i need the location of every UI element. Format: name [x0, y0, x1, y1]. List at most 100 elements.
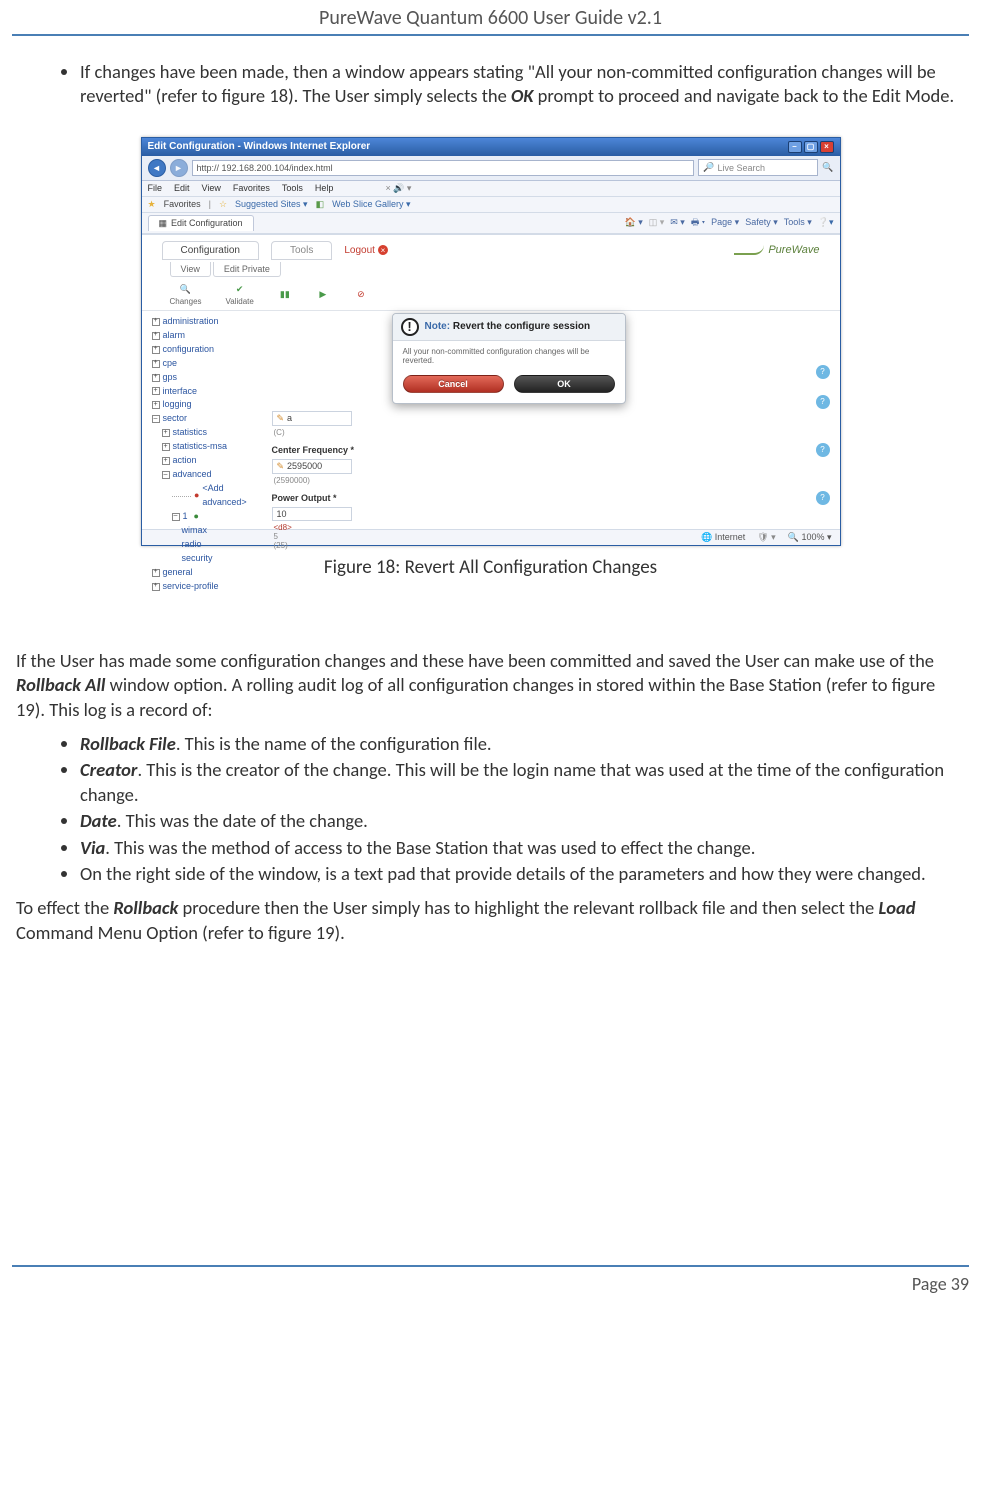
menu-edit[interactable]: Edit: [174, 183, 190, 194]
tree-sector[interactable]: –sector: [152, 412, 258, 426]
search-placeholder: Live Search: [718, 163, 766, 173]
bullet-date: Date. This was the date of the change.: [80, 809, 959, 833]
menu-bar: File Edit View Favorites Tools Help × 🔊 …: [142, 181, 840, 197]
help-icon[interactable]: ?: [816, 395, 830, 409]
tree-general[interactable]: +general: [152, 566, 258, 580]
brand-logo: PureWave: [734, 244, 819, 256]
close-button[interactable]: ×: [820, 141, 834, 153]
ie-window: Edit Configuration - Windows Internet Ex…: [141, 137, 841, 546]
suggested-icon: ☆: [219, 199, 227, 210]
intro-text-post: prompt to proceed and navigate back to t…: [534, 84, 955, 107]
tree-administration[interactable]: +administration: [152, 315, 258, 329]
tree-interface[interactable]: +interface: [152, 385, 258, 399]
intro-list: If changes have been made, then a window…: [80, 60, 969, 109]
help-icon[interactable]: ?: [816, 443, 830, 457]
bullet-via: Via. This was the method of access to th…: [80, 836, 959, 860]
tree-statistics-msa[interactable]: +statistics-msa: [162, 440, 258, 454]
tree-alarm[interactable]: +alarm: [152, 329, 258, 343]
minimize-button[interactable]: –: [788, 141, 802, 153]
figure-18: Edit Configuration - Windows Internet Ex…: [141, 137, 841, 579]
page-header: PureWave Quantum 6600 User Guide v2.1: [12, 0, 969, 36]
tree-wimax[interactable]: wimax: [182, 524, 258, 538]
app-toolbar: 🔍Changes ✔Validate ▮▮ ▶ ⊘: [142, 277, 840, 311]
pencil-icon: ✎: [277, 461, 285, 472]
window-title: Edit Configuration - Windows Internet Ex…: [148, 141, 371, 152]
tree-statistics[interactable]: +statistics: [162, 426, 258, 440]
toolbar-icon-5[interactable]: ⊘: [354, 287, 368, 301]
toolbar-icon-3[interactable]: ▮▮: [278, 287, 292, 301]
tree-cpe[interactable]: +cpe: [152, 357, 258, 371]
print-icon[interactable]: 🖶 ▾: [691, 215, 705, 231]
menu-help[interactable]: Help: [315, 183, 334, 194]
ok-button[interactable]: OK: [514, 375, 615, 393]
menu-file[interactable]: File: [148, 183, 163, 194]
ie-tools-menu[interactable]: Tools ▾: [784, 217, 812, 228]
web-slice-link[interactable]: Web Slice Gallery ▾: [332, 199, 410, 210]
tree-configuration[interactable]: +configuration: [152, 343, 258, 357]
search-field[interactable]: 🔎 Live Search: [698, 159, 818, 176]
rollback-log-list: Rollback File. This is the name of the c…: [80, 732, 969, 886]
window-buttons: – ▢ ×: [788, 141, 834, 153]
favorites-star-icon[interactable]: ★: [148, 199, 156, 210]
tree-logging[interactable]: +logging: [152, 398, 258, 412]
home-icon[interactable]: 🏠 ▾: [624, 217, 642, 228]
ie-tab-bar: ▦Edit Configuration 🏠 ▾ ◫ ▾ ✉ ▾ 🖶 ▾ Page…: [142, 213, 840, 234]
logout-link[interactable]: Logout×: [344, 241, 388, 260]
tab-configuration[interactable]: Configuration: [162, 241, 259, 260]
power-input[interactable]: 10: [272, 507, 352, 521]
bullet-rollback-file: Rollback File. This is the name of the c…: [80, 732, 959, 756]
intro-ok-bold: OK: [511, 84, 533, 107]
subtab-view[interactable]: View: [170, 262, 211, 277]
help-icon[interactable]: ?: [816, 491, 830, 505]
page-footer: Page 39: [12, 1265, 969, 1303]
tree-radio[interactable]: radio: [182, 538, 258, 552]
tree-gps[interactable]: +gps: [152, 371, 258, 385]
ie-help-icon[interactable]: ❔▾: [818, 217, 834, 228]
search-go-icon[interactable]: 🔍: [822, 162, 833, 173]
mail-icon[interactable]: ✉ ▾: [670, 217, 685, 228]
tab-tools[interactable]: Tools: [271, 241, 332, 260]
maximize-button[interactable]: ▢: [804, 141, 818, 153]
form-panel: ? ? ✎a (C) Center Frequency *? ✎2595000 …: [262, 311, 840, 598]
tree-add-advanced[interactable]: ● <Add advanced>: [172, 482, 258, 510]
cancel-button[interactable]: Cancel: [403, 375, 504, 393]
menu-view[interactable]: View: [202, 183, 221, 194]
back-button[interactable]: ◄: [148, 159, 166, 177]
swoosh-icon: [734, 245, 764, 255]
help-icon[interactable]: ?: [816, 365, 830, 379]
tree-service-profile[interactable]: +service-profile: [152, 580, 258, 594]
subtab-edit-private[interactable]: Edit Private: [213, 262, 281, 277]
intro-bullet: If changes have been made, then a window…: [80, 60, 959, 109]
bullet-textpad: On the right side of the window, is a te…: [80, 862, 959, 886]
page-icon: ▦: [159, 218, 168, 229]
center-freq-label: Center Frequency *: [272, 445, 355, 455]
window-titlebar: Edit Configuration - Windows Internet Ex…: [142, 138, 840, 156]
address-bar: ◄ ► http:// 192.168.200.104/index.html 🔎…: [142, 156, 840, 181]
suggested-sites-link[interactable]: Suggested Sites ▾: [235, 199, 308, 210]
search-icon[interactable]: 🔍: [179, 283, 193, 297]
dialog-message: All your non-committed configuration cha…: [393, 341, 625, 369]
bullet-creator: Creator. This is the creator of the chan…: [80, 758, 959, 807]
tree-advanced[interactable]: –advanced: [162, 468, 258, 482]
ie-page-menu[interactable]: Page ▾: [711, 217, 739, 228]
favorites-label: Favorites: [164, 199, 201, 209]
logout-icon: ×: [378, 245, 388, 255]
revert-dialog: ! Note: Revert the configure session All…: [392, 313, 626, 404]
menu-tools[interactable]: Tools: [282, 183, 303, 194]
feeds-icon[interactable]: ◫ ▾: [649, 217, 665, 228]
bing-icon: 🔎: [703, 162, 714, 173]
ie-tab[interactable]: ▦Edit Configuration: [148, 215, 254, 231]
ie-safety-menu[interactable]: Safety ▾: [745, 217, 778, 228]
toolbar-icon-4[interactable]: ▶: [316, 287, 330, 301]
ie-tab-label: Edit Configuration: [171, 218, 243, 228]
tree-one[interactable]: –1●: [172, 510, 258, 524]
menu-favorites[interactable]: Favorites: [233, 183, 270, 194]
webslice-icon: ◧: [316, 199, 325, 210]
app-content: Configuration Tools Logout× PureWave Vie…: [142, 234, 840, 529]
tree-security[interactable]: security: [182, 552, 258, 566]
forward-button[interactable]: ►: [170, 159, 188, 177]
url-field[interactable]: http:// 192.168.200.104/index.html: [192, 160, 695, 176]
validate-icon[interactable]: ✔: [233, 283, 247, 297]
favorites-bar: ★ Favorites | ☆ Suggested Sites ▾ ◧ Web …: [142, 197, 840, 213]
tree-action[interactable]: +action: [162, 454, 258, 468]
